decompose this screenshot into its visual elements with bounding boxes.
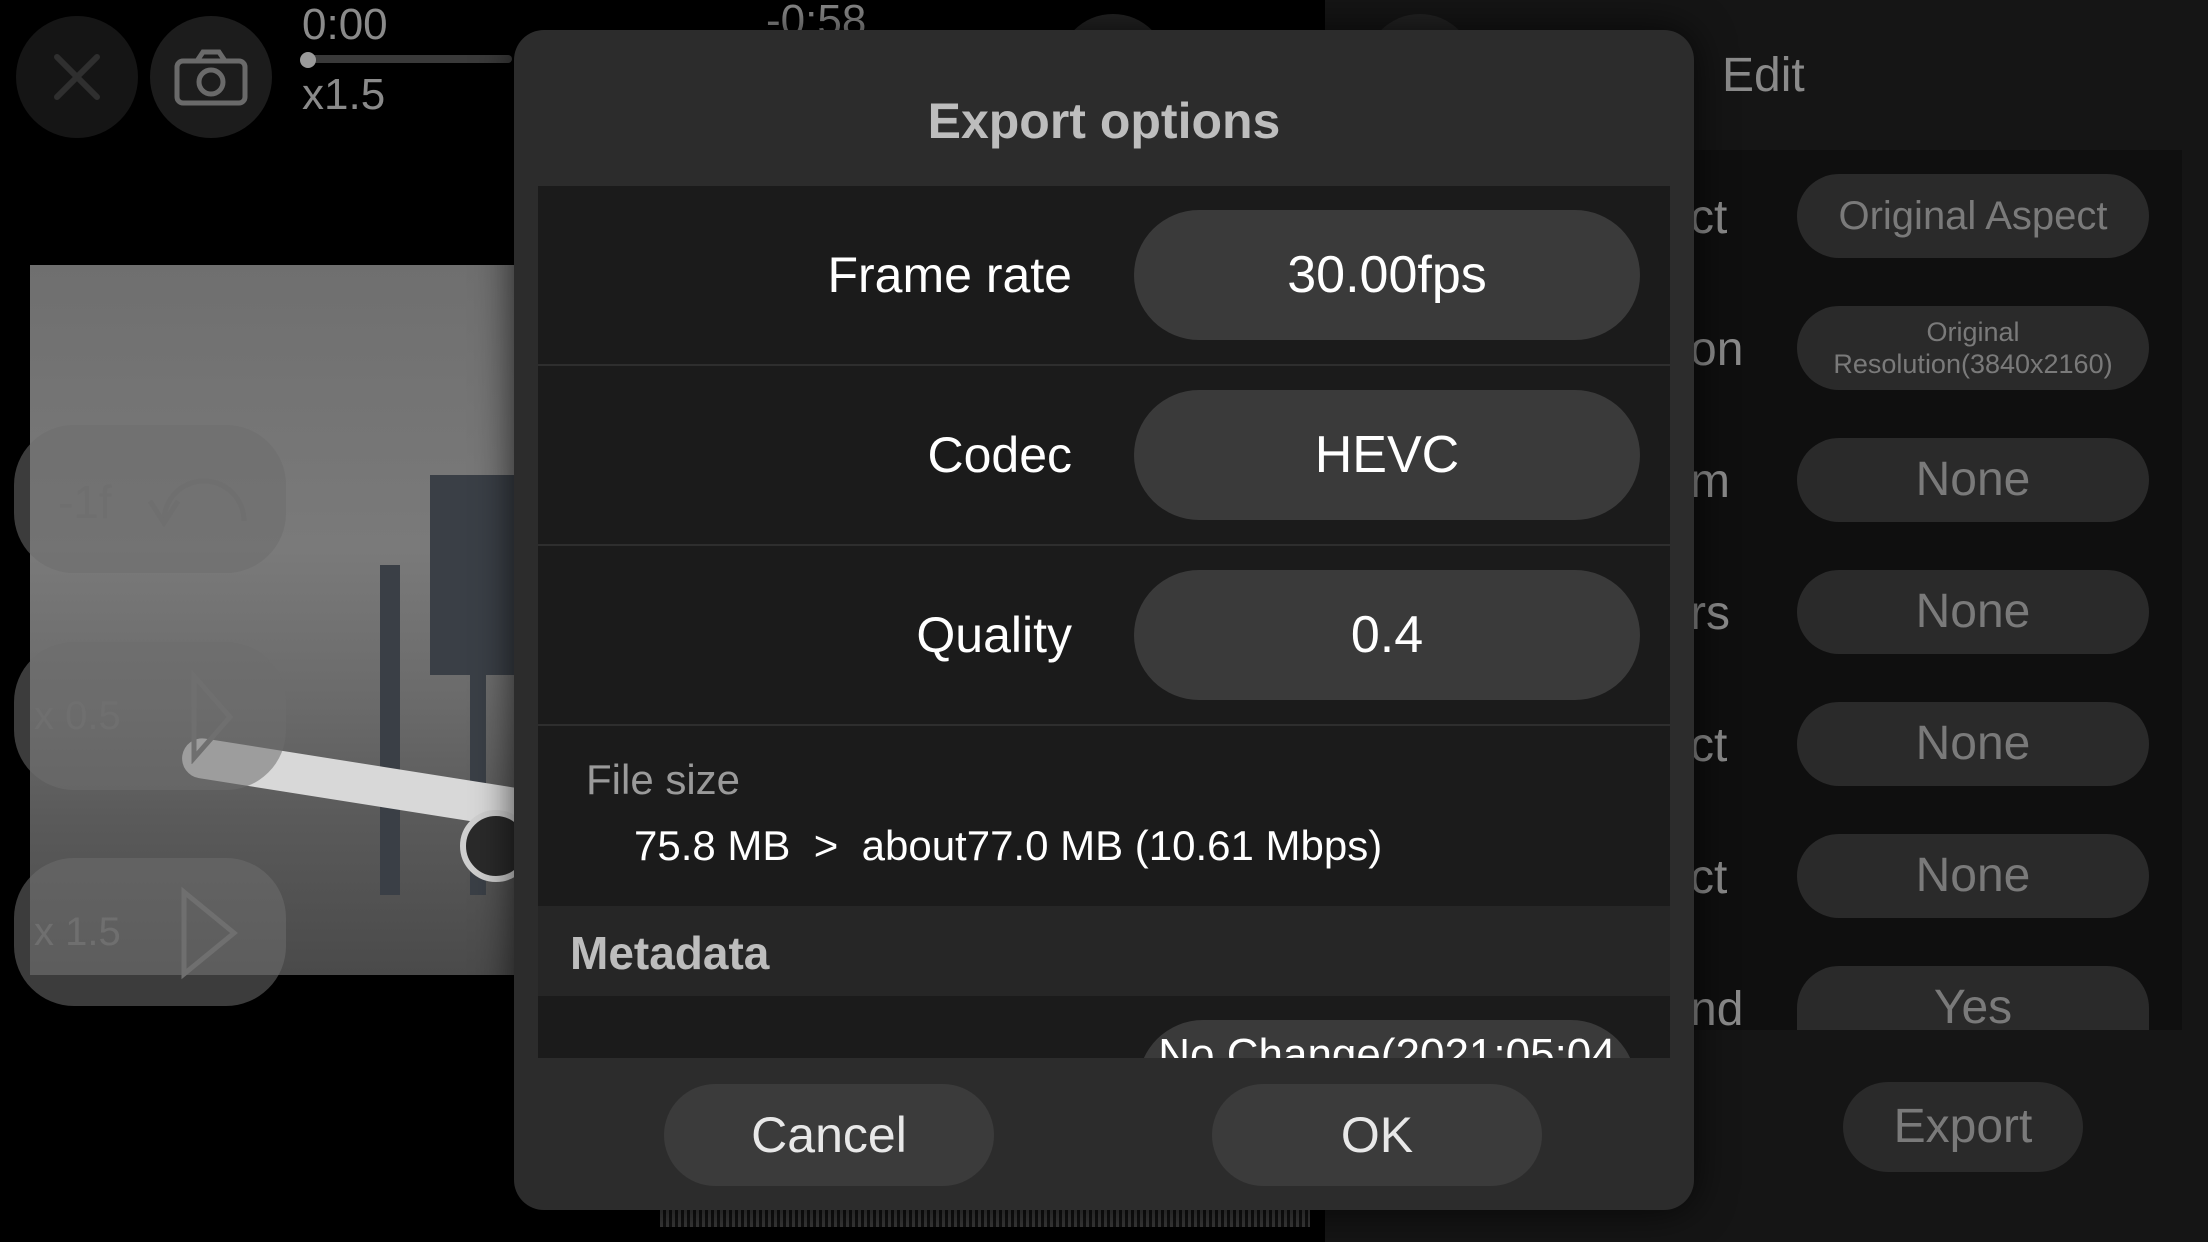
metadata-header: Metadata xyxy=(538,906,1670,996)
playback-speed: x1.5 xyxy=(302,70,386,119)
edit-row-label: ct xyxy=(1690,719,1728,772)
frame-rate-row: Frame rate 30.00fps xyxy=(538,186,1670,366)
quality-row: Quality 0.4 xyxy=(538,546,1670,726)
file-size-value: 75.8 MB > about77.0 MB (10.61 Mbps) xyxy=(634,822,1383,869)
dialog-title: Export options xyxy=(927,93,1281,149)
edit-option-button[interactable]: Yes xyxy=(1797,966,2149,1030)
export-button[interactable]: Export xyxy=(1843,1082,2083,1172)
codec-row: Codec HEVC xyxy=(538,366,1670,546)
edit-title: Edit xyxy=(1722,49,1805,102)
codec-button[interactable]: HEVC xyxy=(1134,390,1640,520)
edit-row-label: rs xyxy=(1690,587,1730,640)
step-back-frame-button[interactable]: -1f xyxy=(14,425,286,573)
frame-rate-label: Frame rate xyxy=(827,247,1072,303)
metadata-row: No Change(2021:05:04 xyxy=(538,996,1670,1058)
aspect-button[interactable]: Original Aspect xyxy=(1797,174,2149,258)
quality-label: Quality xyxy=(916,607,1072,663)
file-size-label: File size xyxy=(586,756,741,803)
edit-option-button[interactable]: None xyxy=(1797,702,2149,786)
current-time: 0:00 xyxy=(302,0,388,49)
undo-arc-icon xyxy=(147,478,247,528)
cancel-button[interactable]: Cancel xyxy=(664,1084,994,1186)
edit-row-label: m xyxy=(1690,455,1730,508)
scrubber-track[interactable] xyxy=(302,55,512,63)
export-options-dialog: Export options Frame rate 30.00fps Codec… xyxy=(514,30,1694,1210)
half-speed-label: x 0.5 xyxy=(34,694,121,738)
codec-label: Codec xyxy=(927,427,1072,483)
close-button[interactable] xyxy=(16,16,138,138)
frame-rate-button[interactable]: 30.00fps xyxy=(1134,210,1640,340)
edit-option-button[interactable]: None xyxy=(1797,570,2149,654)
edit-row-label: ct xyxy=(1690,191,1728,244)
quality-button[interactable]: 0.4 xyxy=(1134,570,1640,700)
metadata-date-button[interactable]: No Change(2021:05:04 xyxy=(1138,1020,1636,1058)
dialog-options-list[interactable]: Frame rate 30.00fps Codec HEVC Quality 0… xyxy=(538,186,1670,1058)
edit-option-button[interactable]: None xyxy=(1797,834,2149,918)
play-icon xyxy=(181,886,238,980)
edit-row-label: nd xyxy=(1690,983,1744,1036)
edit-row-label: on xyxy=(1690,323,1744,376)
camera-icon xyxy=(174,49,248,106)
resolution-button[interactable]: Original Resolution(3840x2160) xyxy=(1797,306,2149,390)
step-back-label: -1f xyxy=(58,476,112,528)
close-icon xyxy=(54,54,100,100)
metadata-header-label: Metadata xyxy=(570,927,770,979)
edit-option-button[interactable]: None xyxy=(1797,438,2149,522)
play-half-speed-button[interactable]: x 0.5 xyxy=(14,642,286,790)
edit-row-label: ct xyxy=(1690,851,1728,904)
file-size-section: File size 75.8 MB > about77.0 MB (10.61 … xyxy=(538,726,1670,906)
play-icon xyxy=(191,670,234,764)
fast-speed-label: x 1.5 xyxy=(34,910,121,954)
play-fast-speed-button[interactable]: x 1.5 xyxy=(14,858,286,1006)
snapshot-button[interactable] xyxy=(150,16,272,138)
ok-button[interactable]: OK xyxy=(1212,1084,1542,1186)
scrubber-knob[interactable] xyxy=(300,52,316,68)
